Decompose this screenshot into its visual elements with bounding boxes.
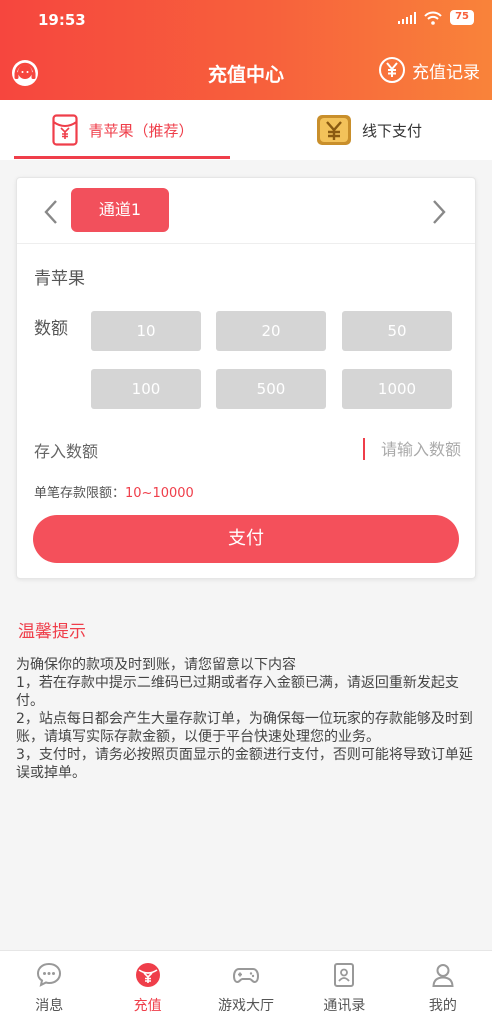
yuan-coin-icon [379,57,405,83]
active-tab-indicator [14,156,230,159]
nav-row: 充值中心 充值记录 [0,46,492,100]
deposit-limit-value: 10~10000 [125,486,194,501]
tab-label: 线下支付 [361,121,422,140]
tab-offline-payment[interactable]: 线下支付 [246,100,492,160]
app-header: 19:53 75 充值中心 充值记录 [0,0,492,100]
wifi-icon [424,11,442,25]
status-icons: 75 [398,10,474,25]
signal-icon [398,11,417,24]
amount-option[interactable]: 20 [216,311,326,351]
amount-option[interactable]: 500 [216,369,326,409]
amount-option[interactable]: 10 [91,311,201,351]
tips-title: 温馨提示 [18,622,86,642]
gamepad-icon [233,968,260,984]
status-time: 19:53 [38,11,86,29]
contacts-icon [334,963,355,987]
tabbar-item-messages[interactable]: 消息 [0,951,98,1024]
tabbar-label: 我的 [428,998,457,1014]
payment-tabs: 青苹果（推荐） 线下支付 [0,100,492,160]
tips-body: 为确保你的款项及时到账，请您留意以下内容 1，若在存款中提示二维码已过期或者存入… [16,656,478,782]
gold-coin-icon [316,115,351,145]
amount-option[interactable]: 1000 [342,369,452,409]
amount-option[interactable]: 100 [91,369,201,409]
tips-line: 2，站点每日都会产生大量存款订单，为确保每一位玩家的存款能够及时到账，请填写实际… [16,711,473,745]
recharge-card: 通道1 青苹果 数额 10 20 50 100 500 1000 存入数额 单笔… [16,177,476,579]
recharge-records-button[interactable]: 充值记录 [378,56,480,84]
tabbar-item-game-lobby[interactable]: 游戏大厅 [197,951,295,1024]
deposit-limit-label: 单笔存款限额： [34,486,126,501]
chevron-right-icon[interactable] [429,198,449,226]
message-icon [37,962,62,987]
tabbar-item-profile[interactable]: 我的 [394,951,492,1024]
deposit-limit: 单笔存款限额：10~10000 [34,482,194,501]
deposit-amount-input[interactable] [301,434,461,464]
battery-icon: 75 [450,10,474,25]
payment-method-name: 青苹果 [34,269,85,289]
tab-qingpingguo[interactable]: 青苹果（推荐） [0,100,246,160]
tab-label: 青苹果（推荐） [88,121,194,140]
channel-selector: 通道1 [17,178,475,244]
bottom-tab-bar: 消息 充值 游戏大厅 通讯录 我的 [0,950,492,1024]
tabbar-label: 通讯录 [323,998,366,1014]
tabbar-item-recharge[interactable]: 充值 [98,951,196,1024]
tips-line: 1，若在存款中提示二维码已过期或者存入金额已满，请返回重新发起支付。 [16,675,459,709]
amount-option[interactable]: 50 [342,311,452,351]
chevron-left-icon[interactable] [41,198,61,226]
recharge-records-label: 充值记录 [412,62,480,83]
channel-button[interactable]: 通道1 [71,188,169,232]
status-bar: 19:53 75 [0,0,492,40]
user-icon [432,964,454,987]
tabbar-label: 游戏大厅 [218,998,275,1014]
tips-line: 3，支付时，请务必按照页面显示的金额进行支付，否则可能将导致订单延误或掉单。 [16,747,473,781]
tabbar-label: 消息 [35,998,64,1014]
tabbar-label: 充值 [133,998,162,1014]
tips-line: 为确保你的款项及时到账，请您留意以下内容 [16,657,296,673]
amount-label: 数额 [34,319,68,339]
recharge-icon [135,963,160,987]
red-envelope-icon [52,114,79,146]
pay-button[interactable]: 支付 [33,515,459,563]
tabbar-item-contacts[interactable]: 通讯录 [295,951,393,1024]
deposit-amount-label: 存入数额 [34,442,99,461]
